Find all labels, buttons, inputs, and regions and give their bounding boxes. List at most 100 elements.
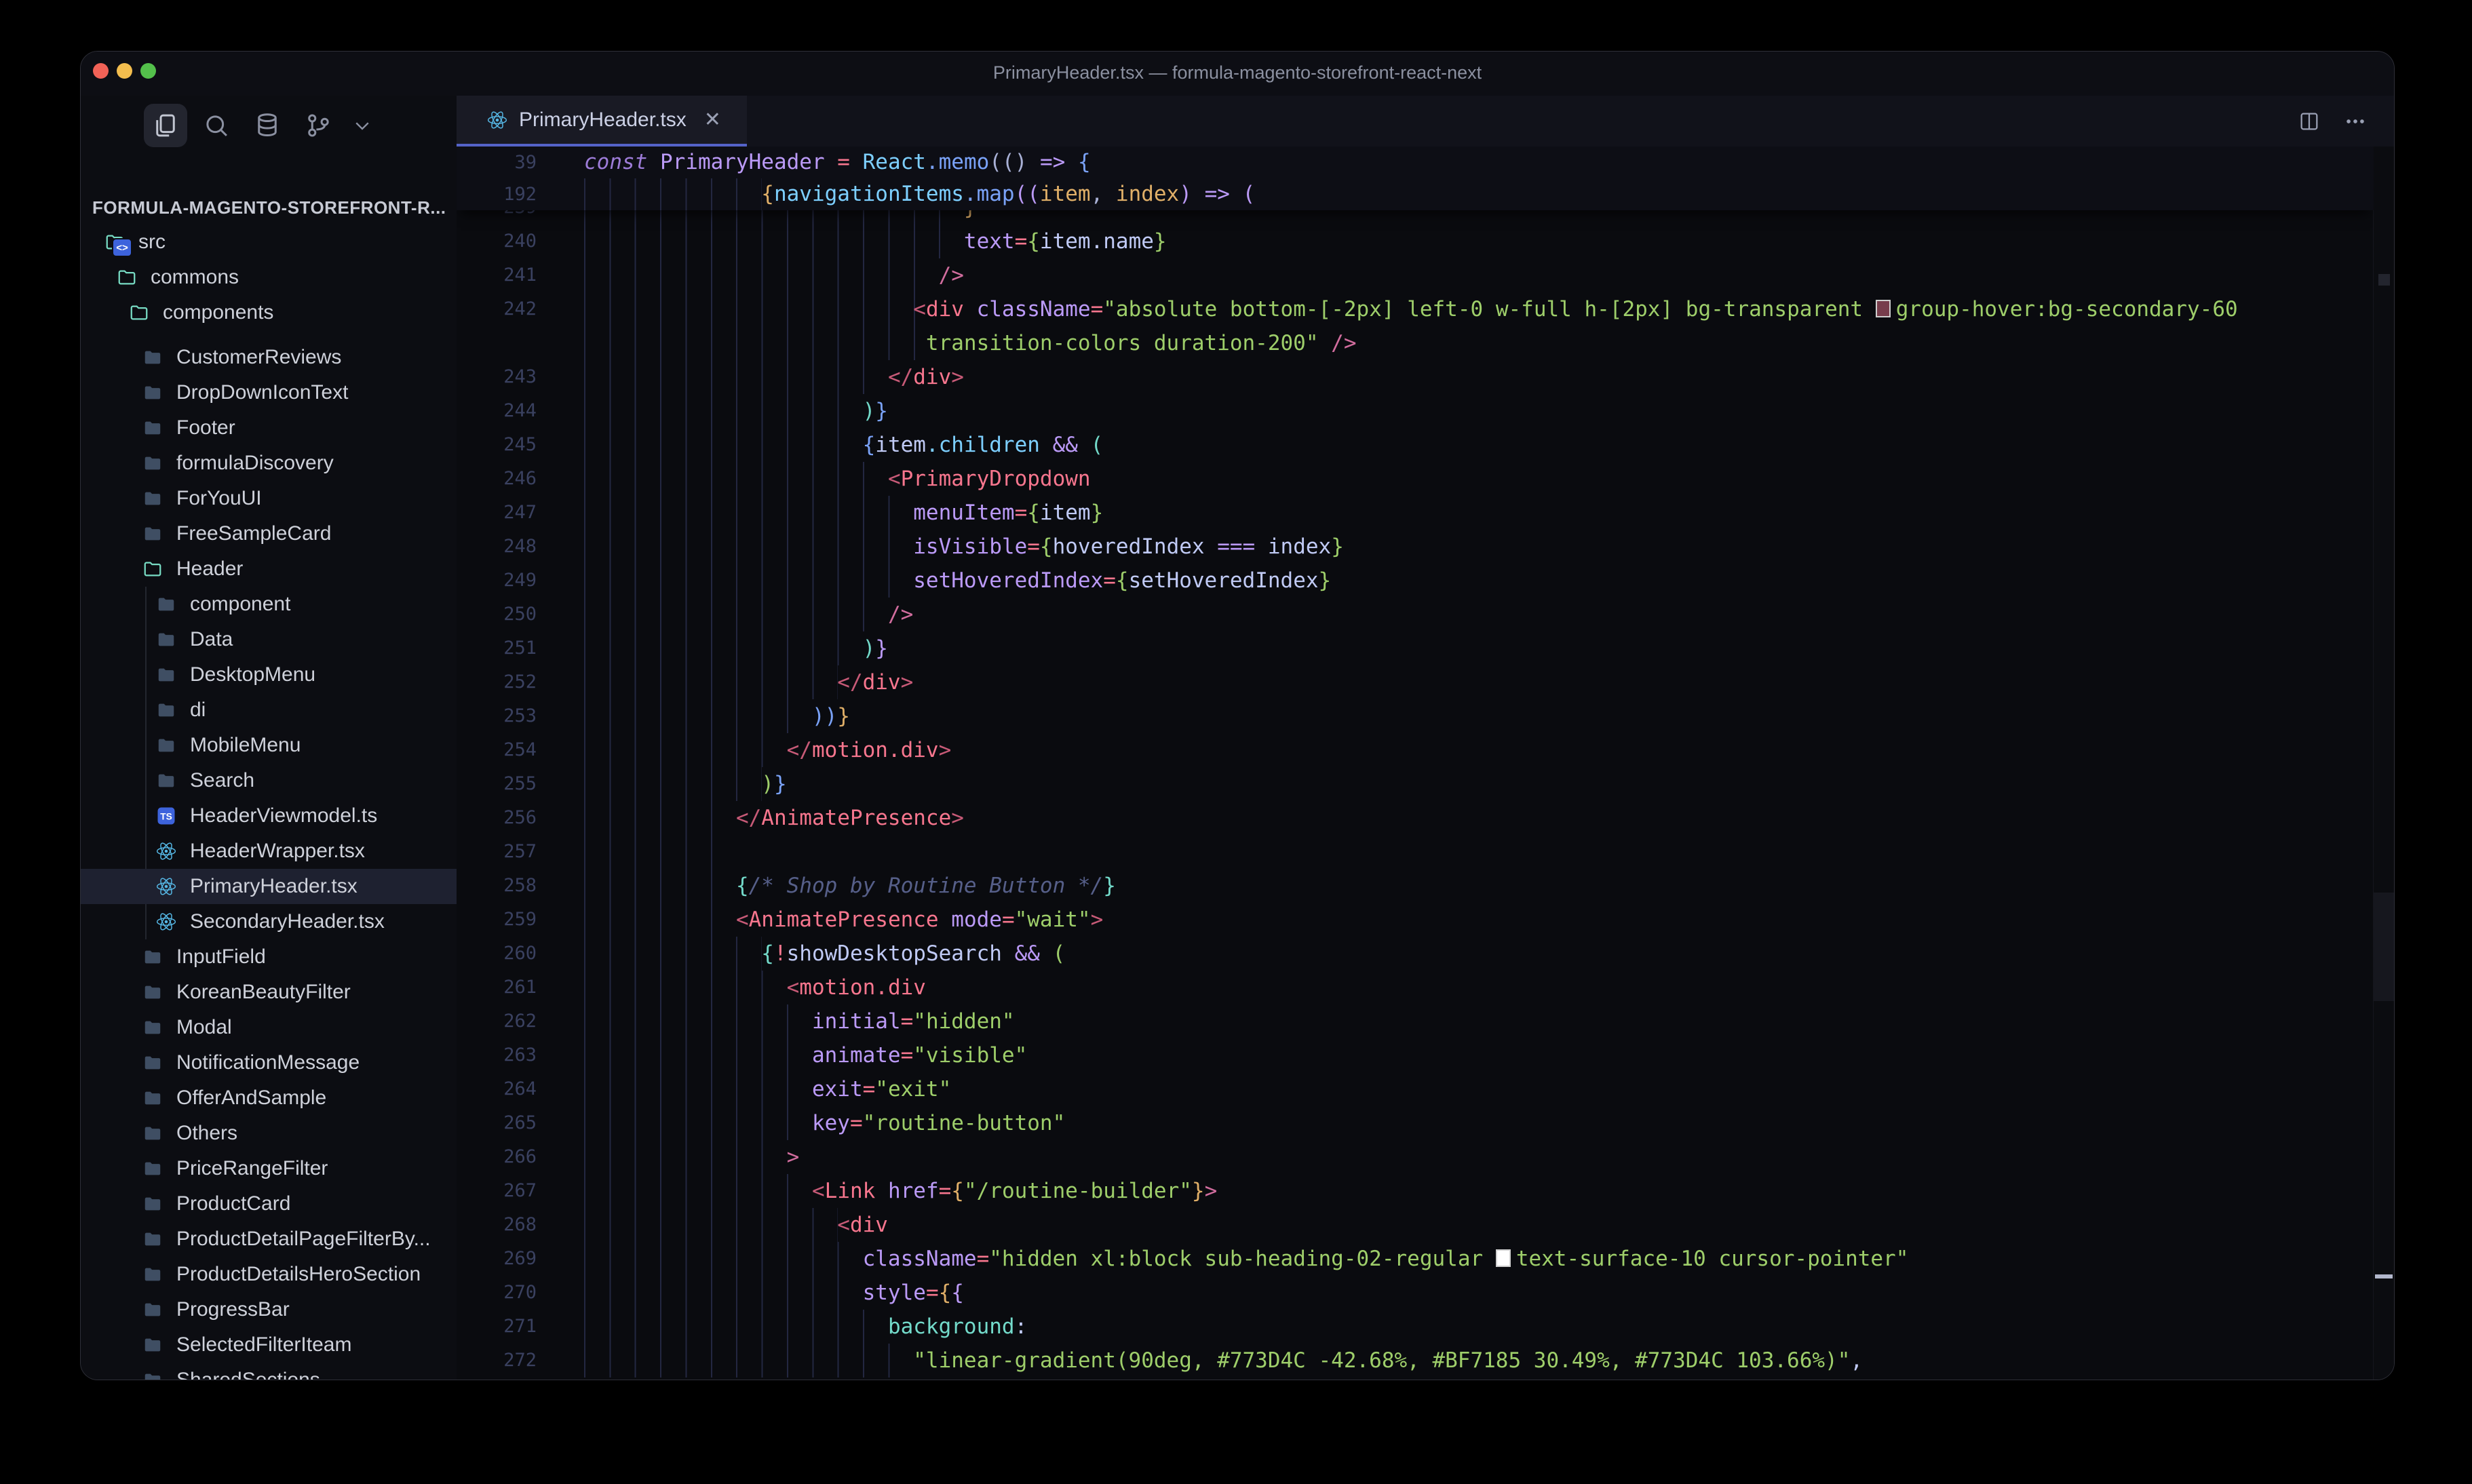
code-text: </div> [584,360,2374,394]
folder-icon [154,735,178,756]
code-line[interactable]: 256 </AnimatePresence> [457,801,2374,835]
code-line[interactable]: 245 {item.children && ( [457,428,2374,462]
code-line[interactable]: 271 background: [457,1310,2374,1344]
more-actions-icon[interactable] [2344,110,2367,133]
tree-item-notificationmessage[interactable]: NotificationMessage [81,1045,457,1080]
code-line[interactable]: 263 animate="visible" [457,1038,2374,1072]
code-text: {!showDesktopSearch && ( [584,937,2374,971]
database-icon[interactable] [246,104,289,147]
code-line[interactable]: 260 {!showDesktopSearch && ( [457,937,2374,971]
tree-item-formuladiscovery[interactable]: formulaDiscovery [81,446,457,481]
sticky-scroll: 39const PrimaryHeader = React.memo(() =>… [457,147,2374,210]
tree-item-productcard[interactable]: ProductCard [81,1186,457,1222]
title-bar[interactable]: PrimaryHeader.tsx — formula-magento-stor… [81,52,2394,96]
code-line[interactable]: 248 isVisible={hoveredIndex === index} [457,530,2374,564]
code-text: <AnimatePresence mode="wait"> [584,903,2374,937]
tree-item-koreanbeautyfilter[interactable]: KoreanBeautyFilter [81,975,457,1010]
tree-item-di[interactable]: di [81,692,457,728]
color-swatch-icon[interactable] [1496,1249,1511,1267]
code-line[interactable]: 258 {/* Shop by Routine Button */} [457,869,2374,903]
tree-item-foryouui[interactable]: ForYouUI [81,481,457,516]
tree-item-offerandsample[interactable]: OfferAndSample [81,1080,457,1116]
tree-item-header[interactable]: Header [81,551,457,587]
tree-item-pricerangefilter[interactable]: PriceRangeFilter [81,1151,457,1186]
tree-item-productdetailsherosection[interactable]: ProductDetailsHeroSection [81,1257,457,1292]
tree-item-headerwrapper-tsx[interactable]: HeaderWrapper.tsx [81,834,457,869]
tree-item-dropdownicontext[interactable]: DropDownIconText [81,375,457,410]
code-text: )} [584,394,2374,428]
tree-item-progressbar[interactable]: ProgressBar [81,1292,457,1327]
tree-item-search[interactable]: Search [81,763,457,798]
code-line[interactable]: 249 setHoveredIndex={setHoveredIndex} [457,564,2374,598]
tree-item-others[interactable]: Others [81,1116,457,1151]
code-line[interactable]: 259 <AnimatePresence mode="wait"> [457,903,2374,937]
tree-item-selectedfilteriteam[interactable]: SelectedFilterIteam [81,1327,457,1363]
tree-item-freesamplecard[interactable]: FreeSampleCard [81,516,457,551]
code-line[interactable]: 254 </motion.div> [457,733,2374,767]
tree-item-inputfield[interactable]: InputField [81,939,457,975]
chevron-down-icon[interactable] [345,104,379,147]
code-line[interactable]: 253 ))} [457,699,2374,733]
tab-primaryheader[interactable]: PrimaryHeader.tsx ✕ [457,96,747,147]
tab-bar: PrimaryHeader.tsx ✕ [457,96,2394,147]
code-line[interactable]: 261 <motion.div [457,971,2374,1004]
folder-icon [140,1087,165,1109]
tree-item-data[interactable]: Data [81,622,457,657]
tree-item-components[interactable]: components [81,295,457,330]
code-line[interactable]: 241 /> [457,258,2374,292]
code-line[interactable]: 246 <PrimaryDropdown [457,462,2374,496]
sticky-code-line[interactable]: 39const PrimaryHeader = React.memo(() =>… [457,147,2374,178]
code-line[interactable]: 250 /> [457,598,2374,631]
code-line[interactable]: 240 text={item.name} [457,224,2374,258]
code-line[interactable]: 255 )} [457,767,2374,801]
code-editor[interactable]: 239 }240 text={item.name}241 />242 <div … [457,147,2374,1380]
code-text: animate="visible" [584,1038,2374,1072]
split-editor-icon[interactable] [2298,110,2321,133]
scrollbar-thumb[interactable] [2374,893,2394,1001]
tree-item-src[interactable]: <>src [81,224,457,260]
tree-item-primaryheader-tsx[interactable]: PrimaryHeader.tsx [81,869,457,904]
code-line[interactable]: 257 [457,835,2374,869]
code-line[interactable]: 262 initial="hidden" [457,1004,2374,1038]
color-swatch-icon[interactable] [1876,300,1891,317]
tree-item-customerreviews[interactable]: CustomerReviews [81,340,457,375]
code-line[interactable]: 269 className="hidden xl:block sub-headi… [457,1242,2374,1276]
tree-item-label: KoreanBeautyFilter [176,981,351,1004]
tree-item-footer[interactable]: Footer [81,410,457,446]
tree-item-headerviewmodel-ts[interactable]: TSHeaderViewmodel.ts [81,798,457,834]
code-line[interactable]: 243 </div> [457,360,2374,394]
tree-item-commons[interactable]: commons [81,260,457,295]
code-line[interactable]: 251 )} [457,631,2374,665]
code-line[interactable]: 252 </div> [457,665,2374,699]
editor-scrollbar[interactable] [2373,147,2394,1380]
folder-icon [154,629,178,650]
code-line[interactable]: 244 )} [457,394,2374,428]
code-text: const PrimaryHeader = React.memo(() => { [584,147,2374,178]
code-line[interactable]: 265 key="routine-button" [457,1106,2374,1140]
sticky-code-line[interactable]: 192 {navigationItems.map((item, index) =… [457,178,2374,210]
tree-item-label: Data [190,628,233,651]
files-icon[interactable] [144,104,187,147]
code-line[interactable]: 247 menuItem={item} [457,496,2374,530]
tree-item-component[interactable]: component [81,587,457,622]
code-line[interactable]: 270 style={{ [457,1276,2374,1310]
code-line[interactable]: 272 "linear-gradient(90deg, #773D4C -42.… [457,1344,2374,1378]
source-control-icon[interactable] [296,104,340,147]
code-line[interactable]: 242 <div className="absolute bottom-[-2p… [457,292,2374,360]
tree-item-mobilemenu[interactable]: MobileMenu [81,728,457,763]
close-tab-icon[interactable]: ✕ [704,108,721,132]
code-line[interactable]: 267 <Link href={"/routine-builder"}> [457,1174,2374,1208]
code-line[interactable]: 268 <div [457,1208,2374,1242]
code-line[interactable]: 264 exit="exit" [457,1072,2374,1106]
tree-item-productdetailpagefilterby-[interactable]: ProductDetailPageFilterBy... [81,1222,457,1257]
tree-item-desktopmenu[interactable]: DesktopMenu [81,657,457,692]
code-line[interactable]: 266 > [457,1140,2374,1174]
project-root-label[interactable]: FORMULA-MAGENTO-STOREFRONT-R... [92,197,446,218]
code-text: <Link href={"/routine-builder"}> [584,1174,2374,1208]
tree-item-modal[interactable]: Modal [81,1010,457,1045]
tree-item-secondaryheader-tsx[interactable]: SecondaryHeader.tsx [81,904,457,939]
code-badge-icon: <> [112,238,132,257]
line-number: 253 [457,699,537,733]
tree-item-sharedsections[interactable]: SharedSections [81,1363,457,1380]
search-icon[interactable] [195,104,238,147]
